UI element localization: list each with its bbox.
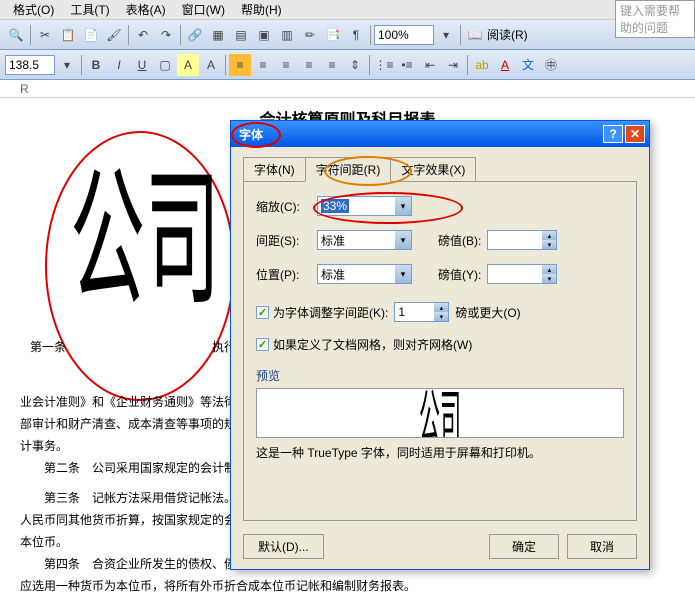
tab-panel: 缩放(C): 33%▾ 间距(S): 标准▾ 磅值(B): ▴▾ 位置(P): … bbox=[243, 181, 637, 521]
scale-label: 缩放(C): bbox=[256, 198, 311, 215]
search-icon[interactable]: 🔍 bbox=[5, 24, 27, 46]
font-dialog: 字体 ? ✕ 字体(N) 字符间距(R) 文字效果(X) 缩放(C): 33%▾… bbox=[230, 120, 650, 570]
italic-icon[interactable]: I bbox=[108, 54, 130, 76]
snap-grid-checkbox[interactable]: ✓如果定义了文档网格，则对齐网格(W) bbox=[256, 336, 472, 353]
scaled-text: 公司 bbox=[70, 166, 220, 316]
position-label: 位置(P): bbox=[256, 266, 311, 283]
char-border-icon[interactable]: A bbox=[200, 54, 222, 76]
menu-window[interactable]: 窗口(W) bbox=[174, 0, 233, 20]
spin-down-icon[interactable]: ▾ bbox=[542, 240, 556, 249]
formatting-toolbar: 138.5 ▾ B I U ▢ A A ≡ ≡ ≡ ≡ ≡ ⇕ ⋮≡ •≡ ⇤ … bbox=[0, 50, 695, 80]
read-icon[interactable]: 📖 bbox=[464, 24, 486, 46]
bullets-icon[interactable]: •≡ bbox=[396, 54, 418, 76]
redo-icon[interactable]: ↷ bbox=[155, 24, 177, 46]
format-painter-icon[interactable]: 🖌 bbox=[103, 24, 125, 46]
help-button[interactable]: ? bbox=[603, 125, 623, 143]
fontsize-combo[interactable]: 138.5 bbox=[5, 55, 55, 75]
underline-icon[interactable]: U bbox=[131, 54, 153, 76]
chevron-down-icon[interactable]: ▾ bbox=[395, 231, 411, 249]
paste-icon[interactable]: 📄 bbox=[80, 24, 102, 46]
menu-bar: 格式(O) 工具(T) 表格(A) 窗口(W) 帮助(H) 键入需要帮助的问题 bbox=[0, 0, 695, 20]
numbering-icon[interactable]: ⋮≡ bbox=[373, 54, 395, 76]
default-button[interactable]: 默认(D)... bbox=[243, 534, 324, 559]
position-combo[interactable]: 标准▾ bbox=[317, 264, 412, 284]
char-shading-icon[interactable]: A bbox=[177, 54, 199, 76]
insert-table-icon[interactable]: ▤ bbox=[230, 24, 252, 46]
zoom-dropdown-icon[interactable]: ▾ bbox=[435, 24, 457, 46]
standard-toolbar: 🔍 ✂ 📋 📄 🖌 ↶ ↷ 🔗 ▦ ▤ ▣ ▥ ✏ 📑 ¶ 100% ▾ 📖 阅… bbox=[0, 20, 695, 50]
doc-map-icon[interactable]: 📑 bbox=[322, 24, 344, 46]
columns-icon[interactable]: ▥ bbox=[276, 24, 298, 46]
highlight-icon[interactable]: ab bbox=[471, 54, 493, 76]
checkmark-icon: ✓ bbox=[256, 338, 269, 351]
cancel-button[interactable]: 取消 bbox=[567, 534, 637, 559]
border-icon[interactable]: ▢ bbox=[154, 54, 176, 76]
ok-button[interactable]: 确定 bbox=[489, 534, 559, 559]
inc-indent-icon[interactable]: ⇥ bbox=[442, 54, 464, 76]
close-button[interactable]: ✕ bbox=[625, 125, 645, 143]
drawing-icon[interactable]: ✏ bbox=[299, 24, 321, 46]
position-value-spinner[interactable]: ▴▾ bbox=[487, 264, 557, 284]
dec-indent-icon[interactable]: ⇤ bbox=[419, 54, 441, 76]
menu-table[interactable]: 表格(A) bbox=[118, 0, 174, 20]
align-justify-icon[interactable]: ≡ bbox=[321, 54, 343, 76]
dialog-titlebar[interactable]: 字体 ? ✕ bbox=[231, 121, 649, 147]
menu-format[interactable]: 格式(O) bbox=[5, 0, 62, 20]
hyperlink-icon[interactable]: 🔗 bbox=[184, 24, 206, 46]
line-spacing-icon[interactable]: ⇕ bbox=[344, 54, 366, 76]
spacing-label: 间距(S): bbox=[256, 232, 311, 249]
menu-tools[interactable]: 工具(T) bbox=[62, 0, 117, 20]
chevron-down-icon[interactable]: ▾ bbox=[395, 265, 411, 283]
kerning-checkbox[interactable]: ✓为字体调整字间距(K): bbox=[256, 304, 388, 321]
menu-help[interactable]: 帮助(H) bbox=[233, 0, 290, 20]
preview-box: 公司 bbox=[256, 388, 624, 438]
read-mode-label[interactable]: 阅读(R) bbox=[487, 26, 528, 43]
spin-up-icon[interactable]: ▴ bbox=[542, 265, 556, 274]
pt2-label: 磅值(Y): bbox=[438, 266, 481, 283]
scale-combo[interactable]: 33%▾ bbox=[317, 196, 412, 216]
ruler: R bbox=[0, 80, 695, 98]
dialog-tabs: 字体(N) 字符间距(R) 文字效果(X) bbox=[243, 157, 637, 182]
spin-up-icon[interactable]: ▴ bbox=[542, 231, 556, 240]
asian-layout-icon[interactable]: 文 bbox=[517, 54, 539, 76]
zoom-combo[interactable]: 100% bbox=[374, 25, 434, 45]
tab-char-spacing[interactable]: 字符间距(R) bbox=[305, 157, 392, 182]
align-right-icon[interactable]: ≡ bbox=[298, 54, 320, 76]
body-line-9: 应选用一种货币为本位币，将所有外币折合成本位币记帐和编制财务报表。 bbox=[20, 575, 675, 597]
kerning-spinner[interactable]: 1▴▾ bbox=[394, 302, 449, 322]
undo-icon[interactable]: ↶ bbox=[132, 24, 154, 46]
show-marks-icon[interactable]: ¶ bbox=[345, 24, 367, 46]
copy-icon[interactable]: 📋 bbox=[57, 24, 79, 46]
checkmark-icon: ✓ bbox=[256, 306, 269, 319]
spacing-combo[interactable]: 标准▾ bbox=[317, 230, 412, 250]
font-color-icon[interactable]: A bbox=[494, 54, 516, 76]
excel-icon[interactable]: ▣ bbox=[253, 24, 275, 46]
preview-label: 预览 bbox=[256, 367, 624, 384]
align-dist-icon[interactable]: ≡ bbox=[229, 54, 251, 76]
phonetic-icon[interactable]: ㊥ bbox=[540, 54, 562, 76]
tab-font[interactable]: 字体(N) bbox=[243, 157, 306, 182]
align-center-icon[interactable]: ≡ bbox=[275, 54, 297, 76]
pt1-label: 磅值(B): bbox=[438, 232, 481, 249]
para-1-prefix: 第一条 bbox=[30, 338, 66, 355]
spin-up-icon[interactable]: ▴ bbox=[434, 303, 448, 312]
dialog-title: 字体 bbox=[235, 126, 603, 143]
kerning-unit-label: 磅或更大(O) bbox=[455, 304, 520, 321]
align-left-icon[interactable]: ≡ bbox=[252, 54, 274, 76]
cut-icon[interactable]: ✂ bbox=[34, 24, 56, 46]
help-search-input[interactable]: 键入需要帮助的问题 bbox=[615, 0, 695, 38]
tab-text-effects[interactable]: 文字效果(X) bbox=[390, 157, 476, 182]
chevron-down-icon[interactable]: ▾ bbox=[395, 197, 411, 215]
spacing-value-spinner[interactable]: ▴▾ bbox=[487, 230, 557, 250]
bold-icon[interactable]: B bbox=[85, 54, 107, 76]
font-description: 这是一种 TrueType 字体，同时适用于屏幕和打印机。 bbox=[256, 444, 624, 461]
spin-down-icon[interactable]: ▾ bbox=[434, 312, 448, 321]
table-icon[interactable]: ▦ bbox=[207, 24, 229, 46]
fontsize-dropdown-icon[interactable]: ▾ bbox=[56, 54, 78, 76]
spin-down-icon[interactable]: ▾ bbox=[542, 274, 556, 283]
